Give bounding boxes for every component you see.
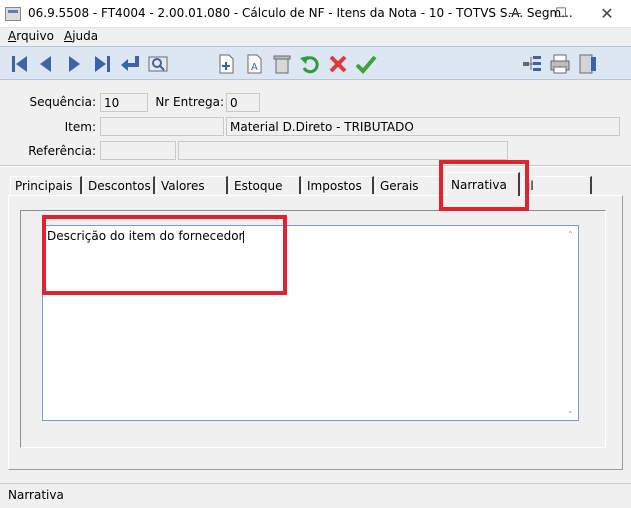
- next-record-button[interactable]: [62, 52, 86, 76]
- item-label: Item:: [64, 120, 96, 134]
- tab-gerais[interactable]: Gerais: [375, 176, 443, 194]
- status-bar: Narrativa: [0, 483, 631, 508]
- search-button[interactable]: [146, 52, 170, 76]
- status-text: Narrativa: [8, 488, 64, 502]
- sequencia-label: Sequência:: [29, 95, 96, 109]
- next-icon: [69, 56, 80, 72]
- title-bar: 06.9.5508 - FT4004 - 2.00.01.080 - Cálcu…: [0, 0, 631, 28]
- referencia-label: Referência:: [28, 144, 96, 158]
- enter-icon: [121, 56, 139, 71]
- search-icon: [148, 56, 168, 72]
- edit-button[interactable]: A: [242, 52, 266, 76]
- exit-icon: [579, 54, 596, 74]
- cancel-icon: [329, 55, 347, 73]
- narrativa-textarea[interactable]: Descrição do item do fornecedor ⌃ ⌄: [42, 225, 579, 421]
- undo-icon: [300, 56, 319, 74]
- text-caret: [243, 230, 245, 243]
- tree-button[interactable]: [520, 52, 544, 76]
- tab-impostos[interactable]: Impostos: [302, 176, 374, 194]
- new-document-icon: [219, 54, 234, 74]
- check-icon: [355, 55, 377, 74]
- form-divider: [0, 165, 631, 167]
- first-icon: [12, 56, 27, 72]
- previous-icon: [40, 56, 51, 72]
- narrativa-tab-panel: Descrição do item do fornecedor ⌃ ⌄: [8, 195, 623, 470]
- menu-bar: Arquivo Ajuda: [0, 28, 631, 46]
- tab-estoque[interactable]: Estoque: [229, 176, 301, 194]
- tab-valores[interactable]: Valores: [156, 176, 228, 194]
- tab-descontos[interactable]: Descontos: [83, 176, 155, 194]
- item-code-field[interactable]: [100, 117, 224, 136]
- cancel-button[interactable]: [326, 52, 350, 76]
- menu-ajuda[interactable]: Ajuda: [64, 29, 98, 43]
- delete-button[interactable]: [270, 52, 294, 76]
- goto-button[interactable]: [118, 52, 142, 76]
- menu-arquivo[interactable]: Arquivo: [8, 29, 54, 43]
- toolbar: A: [0, 46, 631, 80]
- last-icon: [95, 56, 110, 72]
- nr-entrega-label: Nr Entrega:: [155, 95, 224, 109]
- narrativa-scrollbar[interactable]: ⌃ ⌄: [564, 226, 578, 420]
- new-button[interactable]: [214, 52, 238, 76]
- tree-icon: [523, 56, 541, 71]
- undo-button[interactable]: [298, 52, 322, 76]
- confirm-button[interactable]: [354, 52, 378, 76]
- tab-more[interactable]: il: [522, 176, 592, 194]
- minimize-button[interactable]: —: [492, 0, 538, 28]
- maximize-button[interactable]: ☐: [538, 0, 584, 28]
- exit-button[interactable]: [576, 52, 600, 76]
- previous-record-button[interactable]: [34, 52, 58, 76]
- item-description-field: Material D.Direto - TRIBUTADO: [226, 117, 620, 136]
- print-button[interactable]: [548, 52, 572, 76]
- referencia-description-field: [178, 141, 508, 160]
- window-title: 06.9.5508 - FT4004 - 2.00.01.080 - Cálcu…: [28, 6, 573, 20]
- app-icon: [5, 7, 21, 21]
- trash-icon: [273, 55, 291, 74]
- print-icon: [550, 54, 570, 74]
- first-record-button[interactable]: [8, 52, 32, 76]
- last-record-button[interactable]: [90, 52, 114, 76]
- tab-strip: Principais Descontos Valores Estoque Imp…: [0, 168, 631, 196]
- sequencia-field[interactable]: 10: [100, 93, 148, 112]
- scroll-up-icon[interactable]: ⌃: [567, 231, 575, 239]
- tab-narrativa[interactable]: Narrativa: [446, 172, 520, 196]
- tab-principais[interactable]: Principais: [10, 176, 82, 194]
- item-header-form: Sequência: 10 Nr Entrega: 0 Item: Materi…: [0, 81, 631, 165]
- edit-icon: A: [247, 54, 262, 74]
- narrativa-text: Descrição do item do fornecedor: [47, 229, 244, 243]
- nr-entrega-field[interactable]: 0: [226, 93, 260, 112]
- scroll-down-icon[interactable]: ⌄: [567, 407, 575, 415]
- close-button[interactable]: ✕: [584, 0, 630, 28]
- referencia-code-field[interactable]: [100, 141, 176, 160]
- svg-text:A: A: [251, 62, 258, 73]
